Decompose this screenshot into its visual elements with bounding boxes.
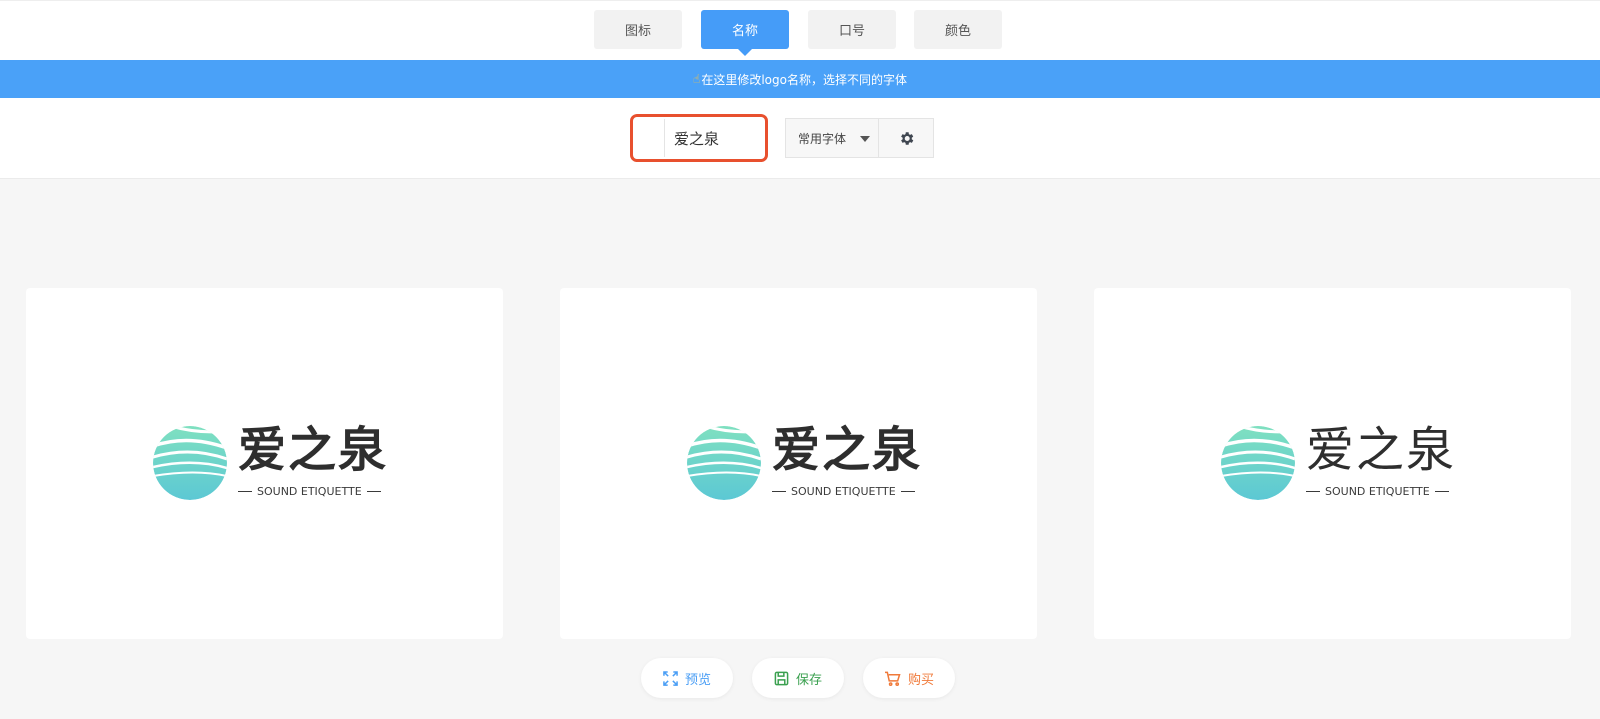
top-tab-bar: 图标 名称 口号 颜色 [0, 0, 1600, 60]
buy-label: 购买 [907, 672, 934, 688]
logo-subtitle: SOUND ETIQUETTE [238, 485, 390, 498]
tab-slogan[interactable]: 口号 [808, 10, 896, 49]
preview-button[interactable]: 预览 [641, 658, 733, 698]
settings-button[interactable] [878, 118, 934, 158]
logo-emblem-icon [153, 426, 227, 500]
save-label: 保存 [795, 672, 822, 688]
logo-card-1[interactable]: 爱之泉 SOUND ETIQUETTE [26, 288, 503, 639]
logo-name-input[interactable] [674, 124, 759, 152]
name-input-wrapper [630, 114, 768, 162]
preview-label: 预览 [684, 672, 711, 688]
logo-title: 爱之泉 [1306, 422, 1457, 478]
logo-card-3[interactable]: 爱之泉 SOUND ETIQUETTE [1094, 288, 1571, 639]
pointing-hand-icon: ☝ [693, 72, 701, 86]
save-icon [774, 671, 789, 685]
tab-icon[interactable]: 图标 [594, 10, 682, 49]
logo-emblem-icon [687, 426, 761, 500]
logo-title: 爱之泉 [772, 422, 923, 478]
hint-bar: ☝ 在这里修改logo名称，选择不同的字体 [0, 60, 1600, 98]
save-button[interactable]: 保存 [752, 658, 844, 698]
name-editor-row: 常用字体 [0, 98, 1600, 179]
font-select-label: 常用字体 [798, 131, 847, 146]
hint-text: 在这里修改logo名称，选择不同的字体 [701, 72, 907, 87]
buy-button[interactable]: 购买 [863, 658, 955, 698]
logo-emblem-icon [1221, 426, 1295, 500]
expand-icon [663, 670, 678, 686]
gear-icon [900, 131, 913, 145]
logo-subtitle: SOUND ETIQUETTE [772, 485, 924, 498]
logo-card-2[interactable]: 爱之泉 SOUND ETIQUETTE [560, 288, 1037, 639]
cart-icon [884, 671, 901, 686]
logo-subtitle: SOUND ETIQUETTE [1306, 485, 1458, 498]
tab-color[interactable]: 颜色 [914, 10, 1002, 49]
chevron-down-icon [860, 136, 870, 142]
tab-name[interactable]: 名称 [701, 10, 789, 56]
logo-title: 爱之泉 [238, 422, 389, 478]
input-divider [664, 119, 665, 157]
font-select[interactable]: 常用字体 [785, 118, 878, 158]
